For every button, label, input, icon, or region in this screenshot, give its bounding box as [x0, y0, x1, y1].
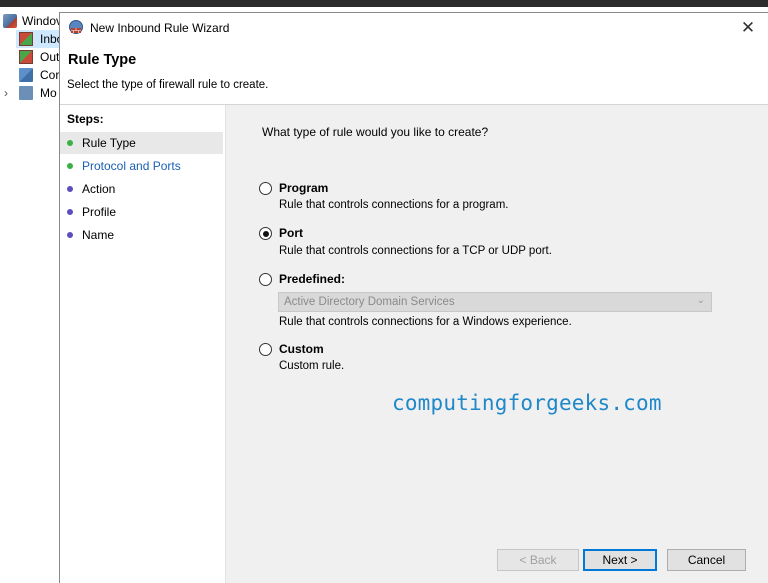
wizard-header: Rule Type Select the type of firewall ru… [60, 43, 768, 105]
step-status-icon [67, 163, 73, 169]
page-subtitle: Select the type of firewall rule to crea… [67, 79, 269, 91]
predefined-label[interactable]: Predefined: [279, 272, 345, 286]
step-status-icon [67, 140, 73, 146]
inbound-rules-icon [19, 32, 33, 46]
step-status-icon [67, 232, 73, 238]
step-status-icon [67, 186, 73, 192]
new-inbound-rule-wizard: New Inbound Rule Wizard ✕ Rule Type Sele… [59, 12, 768, 583]
port-description: Rule that controls connections for a TCP… [279, 245, 552, 257]
program-label[interactable]: Program [279, 181, 328, 195]
port-label[interactable]: Port [279, 226, 303, 240]
background-title-bar [0, 0, 768, 7]
predefined-description: Rule that controls connections for a Win… [279, 316, 572, 328]
chevron-down-icon: ⌄ [696, 295, 705, 306]
program-radio[interactable] [259, 182, 272, 195]
background-tree-pane: Windov Inbo Out Cor › Mo [0, 7, 63, 583]
port-radio[interactable] [259, 227, 272, 240]
wizard-title-bar[interactable]: New Inbound Rule Wizard ✕ [60, 13, 768, 43]
predefined-dropdown: Active Directory Domain Services ⌄ [278, 292, 712, 312]
next-button[interactable]: Next > [583, 549, 657, 571]
page-title: Rule Type [68, 52, 137, 68]
custom-label[interactable]: Custom [279, 342, 324, 356]
predefined-radio[interactable] [259, 273, 272, 286]
monitoring-icon [19, 86, 33, 100]
outbound-rules-icon [19, 50, 33, 64]
steps-heading: Steps: [67, 112, 104, 126]
chevron-right-icon[interactable]: › [4, 84, 8, 102]
step-name: Name [60, 224, 223, 246]
rule-type-question: What type of rule would you like to crea… [262, 125, 489, 139]
step-rule-type[interactable]: Rule Type [60, 132, 223, 154]
back-button[interactable]: < Back [497, 549, 579, 571]
program-description: Rule that controls connections for a pro… [279, 199, 509, 211]
wizard-title: New Inbound Rule Wizard [90, 21, 230, 35]
firewall-icon [69, 20, 83, 34]
close-button[interactable]: ✕ [728, 13, 768, 43]
custom-radio[interactable] [259, 343, 272, 356]
predefined-dropdown-value: Active Directory Domain Services [284, 296, 455, 308]
cancel-button[interactable]: Cancel [667, 549, 746, 571]
content-pane: What type of rule would you like to crea… [226, 105, 768, 583]
tree-item-inbound-rules[interactable]: Inbo [16, 30, 63, 48]
custom-description: Custom rule. [279, 360, 345, 372]
connection-security-icon [19, 68, 33, 82]
step-status-icon [67, 209, 73, 215]
step-profile: Profile [60, 201, 223, 223]
watermark-text: computingforgeeks.com [392, 391, 662, 415]
step-action: Action [60, 178, 223, 200]
firewall-icon [3, 14, 17, 28]
steps-pane: Steps: Rule Type Protocol and Ports Acti… [60, 105, 226, 583]
step-protocol-and-ports[interactable]: Protocol and Ports [60, 155, 223, 177]
